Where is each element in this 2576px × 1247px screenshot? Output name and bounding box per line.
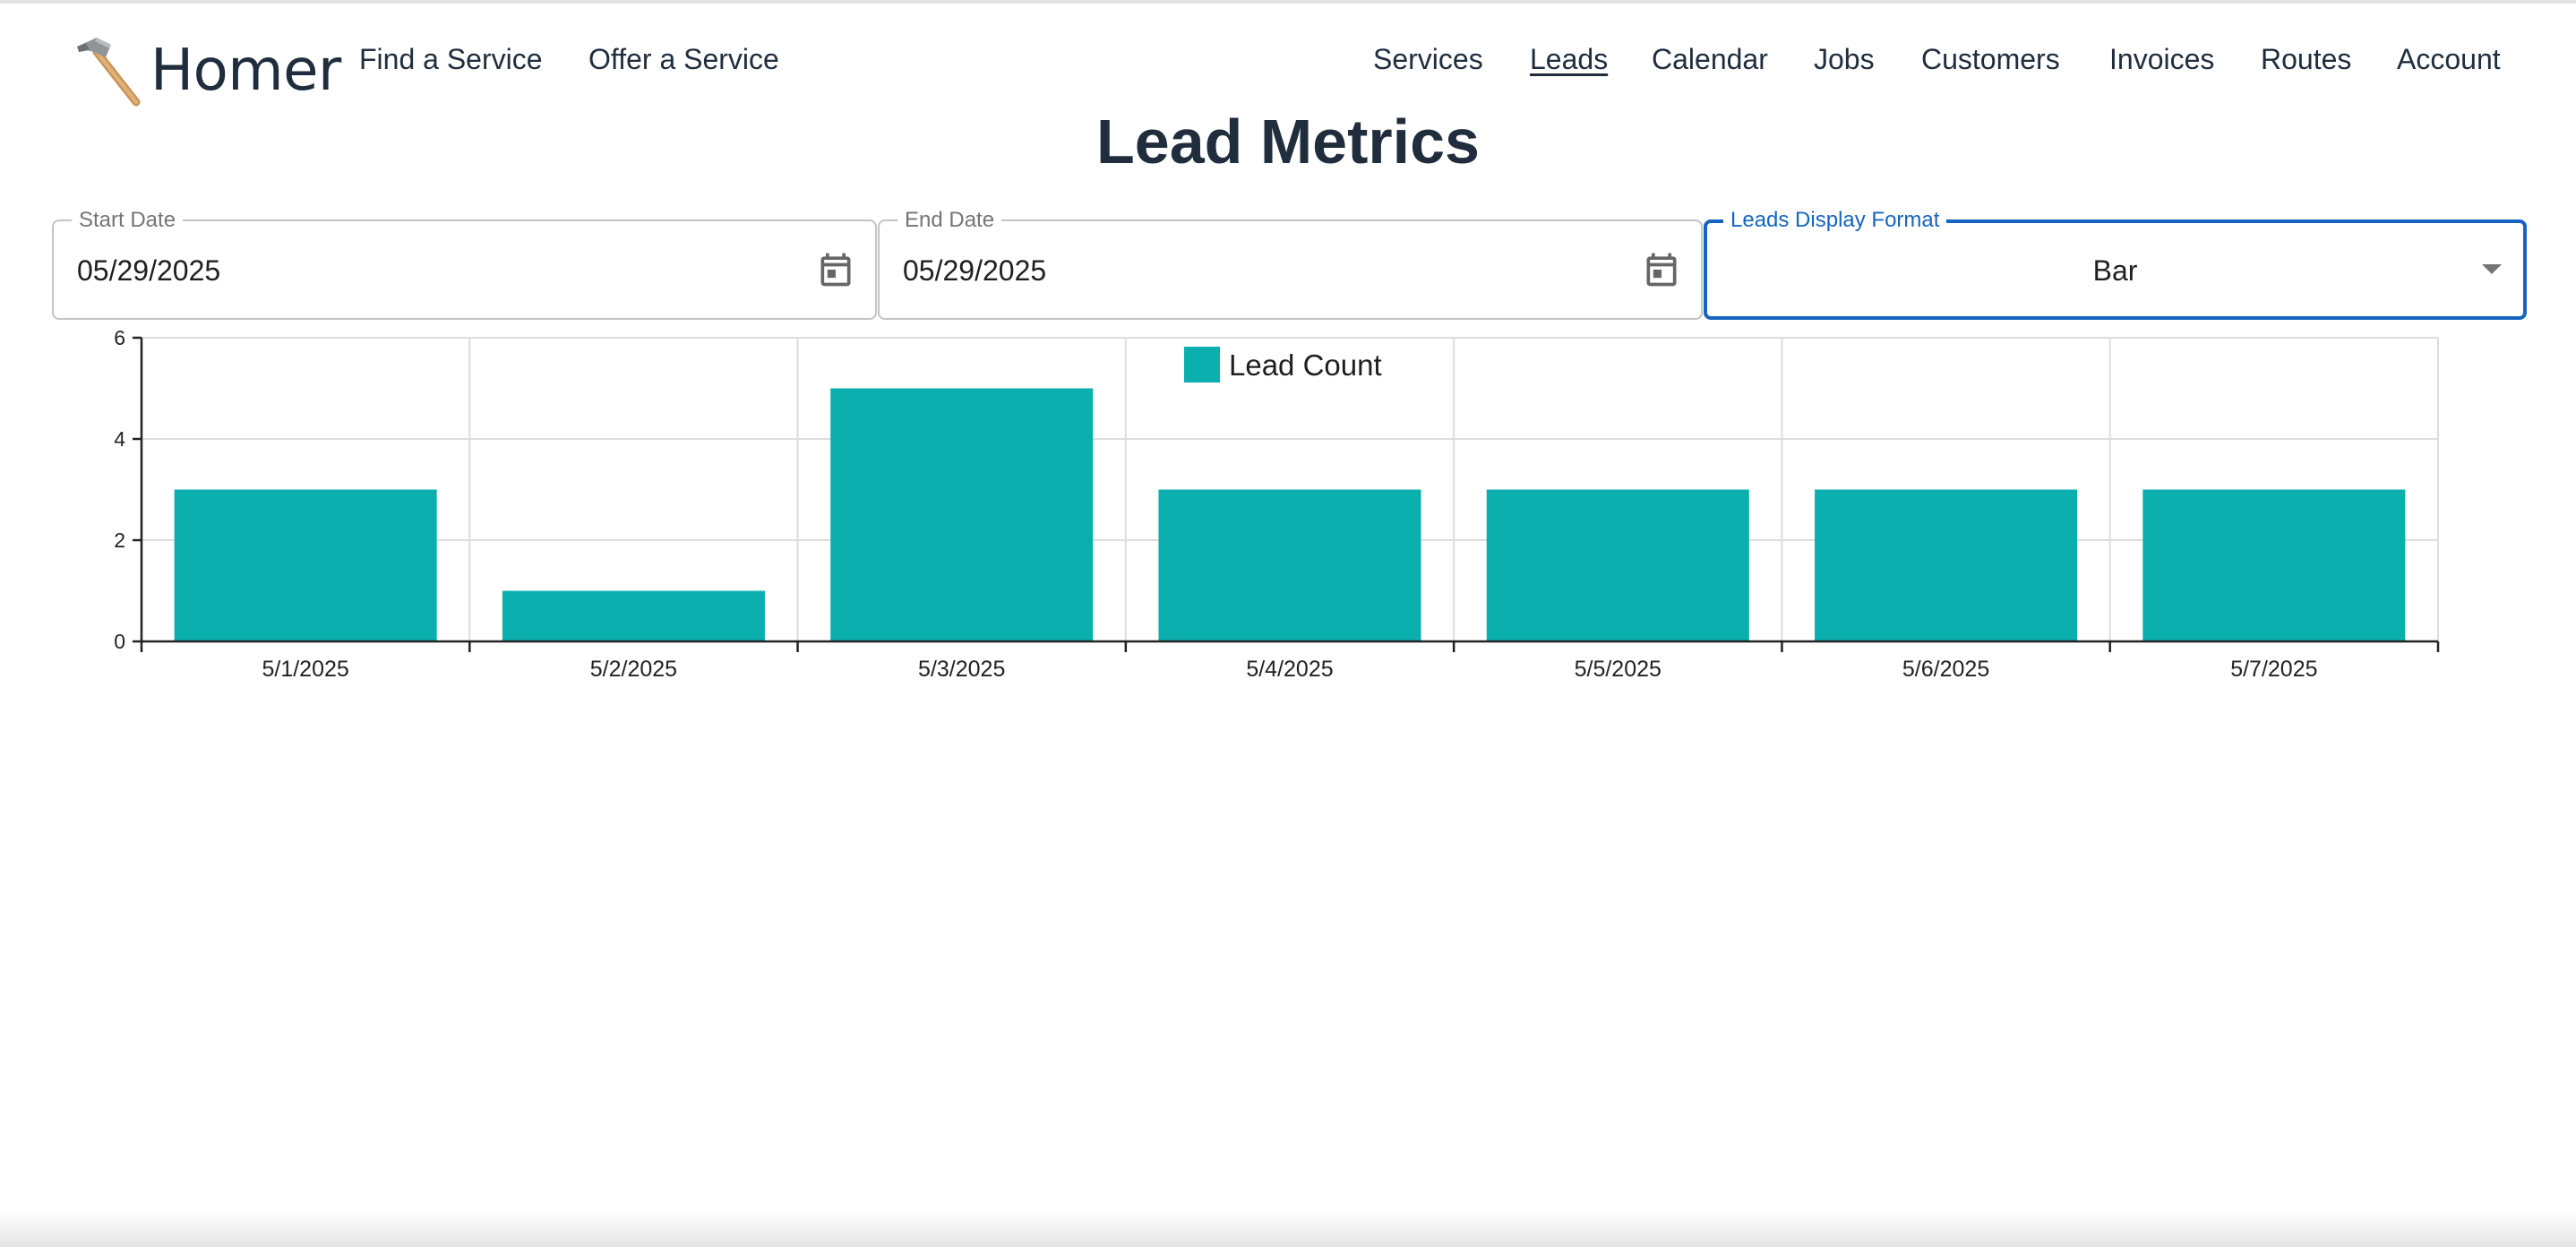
bar-5/2/2025	[502, 590, 765, 641]
hammer-icon	[77, 38, 141, 107]
x-tick-label: 5/1/2025	[262, 657, 348, 682]
nav-invoices[interactable]: Invoices	[2109, 43, 2214, 76]
nav-jobs[interactable]: Jobs	[1814, 43, 1875, 76]
brand-name: Homer	[150, 38, 341, 104]
lead-count-chart: 0 2 4 6 5/1/2025 5/2/2025 5/3/2025 5/4/2025 5/5/…	[0, 322, 2576, 699]
y-tick-label: 0	[114, 630, 125, 653]
top-navigation: Homer Find a Service Offer a Service Serv…	[0, 4, 2576, 118]
x-tick-label: 5/6/2025	[1902, 657, 1989, 682]
calendar-icon[interactable]	[1642, 250, 1681, 289]
bar-5/1/2025	[174, 489, 437, 641]
bar-chart: 0 2 4 6 5/1/2025 5/2/2025 5/3/2025 5/4/2025 5/5/…	[114, 326, 2440, 682]
start-date-value[interactable]: 05/29/2025	[77, 254, 220, 288]
nav-services[interactable]: Services	[1373, 43, 1483, 76]
y-tick-label: 2	[114, 529, 125, 552]
display-format-label: Leads Display Format	[1723, 208, 1947, 233]
nav-find-a-service[interactable]: Find a Service	[359, 43, 543, 76]
bar-5/3/2025	[830, 388, 1094, 641]
bottom-shadow	[0, 1211, 2576, 1247]
nav-calendar[interactable]: Calendar	[1652, 43, 1768, 76]
bar-5/4/2025	[1158, 489, 1421, 641]
x-tick-label: 5/4/2025	[1246, 657, 1333, 682]
legend-swatch	[1184, 347, 1220, 383]
nav-customers[interactable]: Customers	[1921, 43, 2060, 76]
page-title: Lead Metrics	[1096, 107, 1480, 176]
dropdown-arrow-icon[interactable]	[2482, 264, 2502, 275]
brand-logo[interactable]: Homer	[70, 30, 341, 111]
display-format-value[interactable]: Bar	[1707, 254, 2523, 288]
calendar-icon[interactable]	[816, 250, 855, 289]
nav-leads[interactable]: Leads	[1530, 43, 1608, 76]
bar-5/5/2025	[1486, 489, 1749, 641]
end-date-value[interactable]: 05/29/2025	[903, 254, 1046, 288]
end-date-field[interactable]: End Date 05/29/2025	[878, 208, 1703, 320]
y-tick-label: 6	[114, 326, 125, 349]
start-date-label: Start Date	[72, 208, 184, 233]
nav-routes[interactable]: Routes	[2261, 43, 2351, 76]
nav-account[interactable]: Account	[2397, 43, 2501, 76]
display-format-select[interactable]: Leads Display Format Bar	[1704, 208, 2527, 320]
bar-5/7/2025	[2142, 489, 2406, 641]
y-tick-label: 4	[114, 427, 125, 451]
x-tick-label: 5/7/2025	[2230, 657, 2317, 682]
x-tick-label: 5/5/2025	[1575, 657, 1662, 682]
bar-5/6/2025	[1815, 489, 2078, 641]
x-tick-label: 5/3/2025	[918, 657, 1005, 682]
start-date-field[interactable]: Start Date 05/29/2025	[52, 208, 877, 320]
legend-label: Lead Count	[1229, 348, 1382, 382]
nav-offer-a-service[interactable]: Offer a Service	[588, 43, 779, 76]
x-tick-label: 5/2/2025	[590, 657, 677, 682]
end-date-label: End Date	[897, 208, 1002, 233]
